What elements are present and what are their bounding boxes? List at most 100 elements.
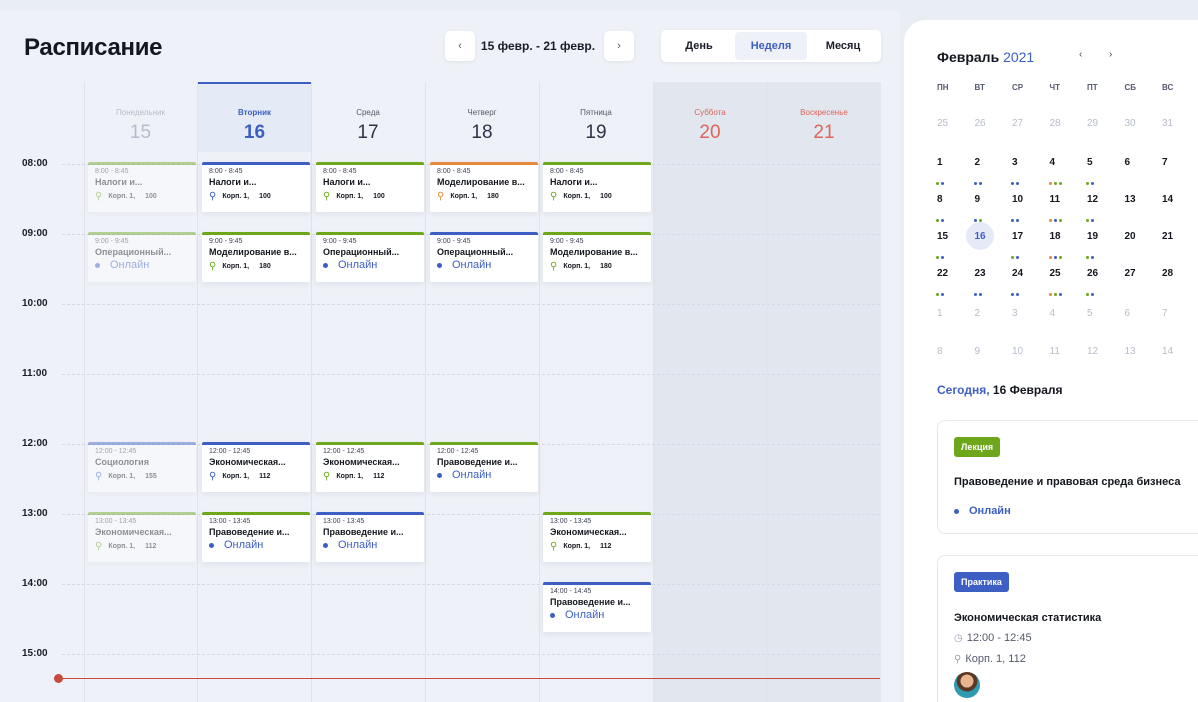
event-card[interactable]: 13:00 - 13:45 Правоведение и... Онлайн: [316, 512, 424, 562]
event-card[interactable]: 9:00 - 9:45 Операционный... Онлайн: [316, 232, 424, 282]
event-online: Онлайн: [550, 609, 645, 621]
avatar[interactable]: [954, 672, 980, 698]
calendar-next-button[interactable]: ›: [1109, 49, 1112, 60]
calendar-day[interactable]: 1: [936, 157, 975, 185]
calendar-day[interactable]: 5: [1087, 308, 1125, 336]
calendar-day[interactable]: 8: [936, 194, 975, 222]
event-card[interactable]: 14:00 - 14:45 Правоведение и... Онлайн: [543, 582, 651, 632]
day-header-mon[interactable]: Понедельник 15: [84, 82, 197, 152]
calendar-day[interactable]: 29: [1087, 118, 1125, 146]
view-day-tab[interactable]: День: [663, 32, 735, 60]
calendar-day[interactable]: 1: [937, 308, 975, 336]
event-time: 8:00 - 8:45: [323, 168, 357, 175]
calendar-day[interactable]: 28: [1162, 268, 1198, 296]
event-location: ⚲ Корп. 1, 180: [550, 261, 645, 272]
event-card[interactable]: 13:00 - 13:45 Правоведение и... Онлайн: [202, 512, 310, 562]
event-card[interactable]: 9:00 - 9:45 Операционный... Онлайн: [88, 232, 196, 282]
calendar-day[interactable]: 28: [1050, 118, 1088, 146]
lesson-card[interactable]: Лекция Правоведение и правовая среда биз…: [937, 420, 1198, 534]
time-label: 13:00: [22, 508, 48, 519]
calendar-day[interactable]: 18: [1048, 231, 1088, 259]
event-card[interactable]: 12:00 - 12:45 Социология ⚲ Корп. 1, 155: [88, 442, 196, 492]
next-week-button[interactable]: ›: [604, 31, 634, 61]
calendar-day[interactable]: 25: [937, 118, 975, 146]
lesson-card[interactable]: Практика Экономическая статистика ◷ 12:00…: [937, 555, 1198, 702]
lesson-time: ◷ 12:00 - 12:45: [954, 632, 1032, 644]
event-card[interactable]: 9:00 - 9:45 Операционный... Онлайн: [430, 232, 538, 282]
calendar-day[interactable]: 19: [1086, 231, 1125, 259]
calendar-weekdays: ПН ВТ СР ЧТ ПТ СБ ВС: [937, 83, 1198, 92]
calendar-year: 2021: [1003, 49, 1035, 65]
hour-line: [62, 374, 880, 375]
calendar-day[interactable]: 23: [973, 268, 1013, 296]
calendar-day[interactable]: 20: [1125, 231, 1163, 259]
event-card[interactable]: 9:00 - 9:45 Моделирование в... ⚲ Корп. 1,…: [202, 232, 310, 282]
calendar-day[interactable]: 26: [975, 118, 1013, 146]
event-time: 14:00 - 14:45: [550, 588, 592, 595]
calendar-day[interactable]: 5: [1086, 157, 1125, 185]
calendar-day[interactable]: 7: [1162, 157, 1198, 185]
event-title: Операционный...: [323, 247, 400, 257]
day-header-tue[interactable]: Вторник 16: [198, 82, 311, 152]
event-online-label: Онлайн: [452, 469, 492, 481]
event-time: 8:00 - 8:45: [550, 168, 584, 175]
event-card[interactable]: 12:00 - 12:45 Правоведение и... Онлайн: [430, 442, 538, 492]
calendar-day[interactable]: 2: [975, 308, 1013, 336]
event-card[interactable]: 12:00 - 12:45 Экономическая... ⚲ Корп. 1,…: [316, 442, 424, 492]
calendar-day[interactable]: 27: [1125, 268, 1163, 296]
day-header-fri[interactable]: Пятница 19: [539, 82, 653, 152]
view-month-tab[interactable]: Месяц: [807, 32, 879, 60]
calendar-prev-button[interactable]: ‹: [1079, 49, 1082, 60]
calendar-day[interactable]: 10: [1011, 194, 1050, 222]
event-card[interactable]: 8:00 - 8:45 Налоги и... ⚲ Корп. 1, 100: [543, 162, 651, 212]
calendar-day[interactable]: 26: [1086, 268, 1125, 296]
calendar-day[interactable]: 3: [1011, 157, 1050, 185]
calendar-day[interactable]: 9: [973, 194, 1013, 222]
time-label: 12:00: [22, 438, 48, 449]
calendar-day[interactable]: 31: [1162, 118, 1198, 146]
calendar-day[interactable]: 11: [1048, 194, 1088, 222]
calendar-day[interactable]: 25: [1048, 268, 1088, 296]
event-card[interactable]: 8:00 - 8:45 Налоги и... ⚲ Корп. 1, 100: [316, 162, 424, 212]
calendar-day[interactable]: 8: [937, 346, 975, 374]
calendar-day[interactable]: 6: [1125, 308, 1163, 336]
event-card[interactable]: 13:00 - 13:45 Экономическая... ⚲ Корп. 1,…: [543, 512, 651, 562]
event-card[interactable]: 8:00 - 8:45 Налоги и... ⚲ Корп. 1, 100: [88, 162, 196, 212]
day-header-wed[interactable]: Среда 17: [311, 82, 425, 152]
calendar-day[interactable]: 6: [1125, 157, 1163, 185]
calendar-day[interactable]: 13: [1125, 194, 1163, 222]
event-card[interactable]: 9:00 - 9:45 Моделирование в... ⚲ Корп. 1,…: [543, 232, 651, 282]
day-header-thu[interactable]: Четверг 18: [425, 82, 539, 152]
calendar-day[interactable]: 27: [1012, 118, 1050, 146]
event-card[interactable]: 8:00 - 8:45 Моделирование в... ⚲ Корп. 1,…: [430, 162, 538, 212]
calendar-day[interactable]: 30: [1125, 118, 1163, 146]
calendar-day[interactable]: 4: [1050, 308, 1088, 336]
calendar-day[interactable]: 11: [1050, 346, 1088, 374]
calendar-day-today[interactable]: 16: [965, 222, 1013, 259]
calendar-day[interactable]: 10: [1012, 346, 1050, 374]
calendar-day[interactable]: 9: [975, 346, 1013, 374]
calendar-day[interactable]: 7: [1162, 308, 1198, 336]
calendar-day[interactable]: 14: [1162, 194, 1198, 222]
calendar-day[interactable]: 14: [1162, 346, 1198, 374]
clock-icon: ◷: [954, 632, 963, 644]
day-header-sat[interactable]: Суббота 20: [653, 82, 767, 152]
calendar-day[interactable]: 13: [1125, 346, 1163, 374]
calendar-day[interactable]: 17: [1011, 231, 1050, 259]
calendar-day[interactable]: 4: [1048, 157, 1088, 185]
event-card[interactable]: 8:00 - 8:45 Налоги и... ⚲ Корп. 1, 100: [202, 162, 310, 212]
calendar-day[interactable]: 12: [1087, 346, 1125, 374]
event-title: Экономическая...: [95, 527, 172, 537]
event-card[interactable]: 12:00 - 12:45 Экономическая... ⚲ Корп. 1,…: [202, 442, 310, 492]
lesson-type-badge: Лекция: [954, 437, 1001, 457]
calendar-day[interactable]: 24: [1011, 268, 1050, 296]
view-week-tab[interactable]: Неделя: [735, 32, 807, 60]
prev-week-button[interactable]: ‹: [445, 31, 475, 61]
calendar-day[interactable]: 2: [973, 157, 1013, 185]
day-header-sun[interactable]: Воскресенье 21: [767, 82, 881, 152]
calendar-day[interactable]: 12: [1086, 194, 1125, 222]
calendar-day[interactable]: 3: [1012, 308, 1050, 336]
calendar-day[interactable]: 22: [936, 268, 975, 296]
calendar-day[interactable]: 21: [1162, 231, 1198, 259]
event-card[interactable]: 13:00 - 13:45 Экономическая... ⚲ Корп. 1,…: [88, 512, 196, 562]
